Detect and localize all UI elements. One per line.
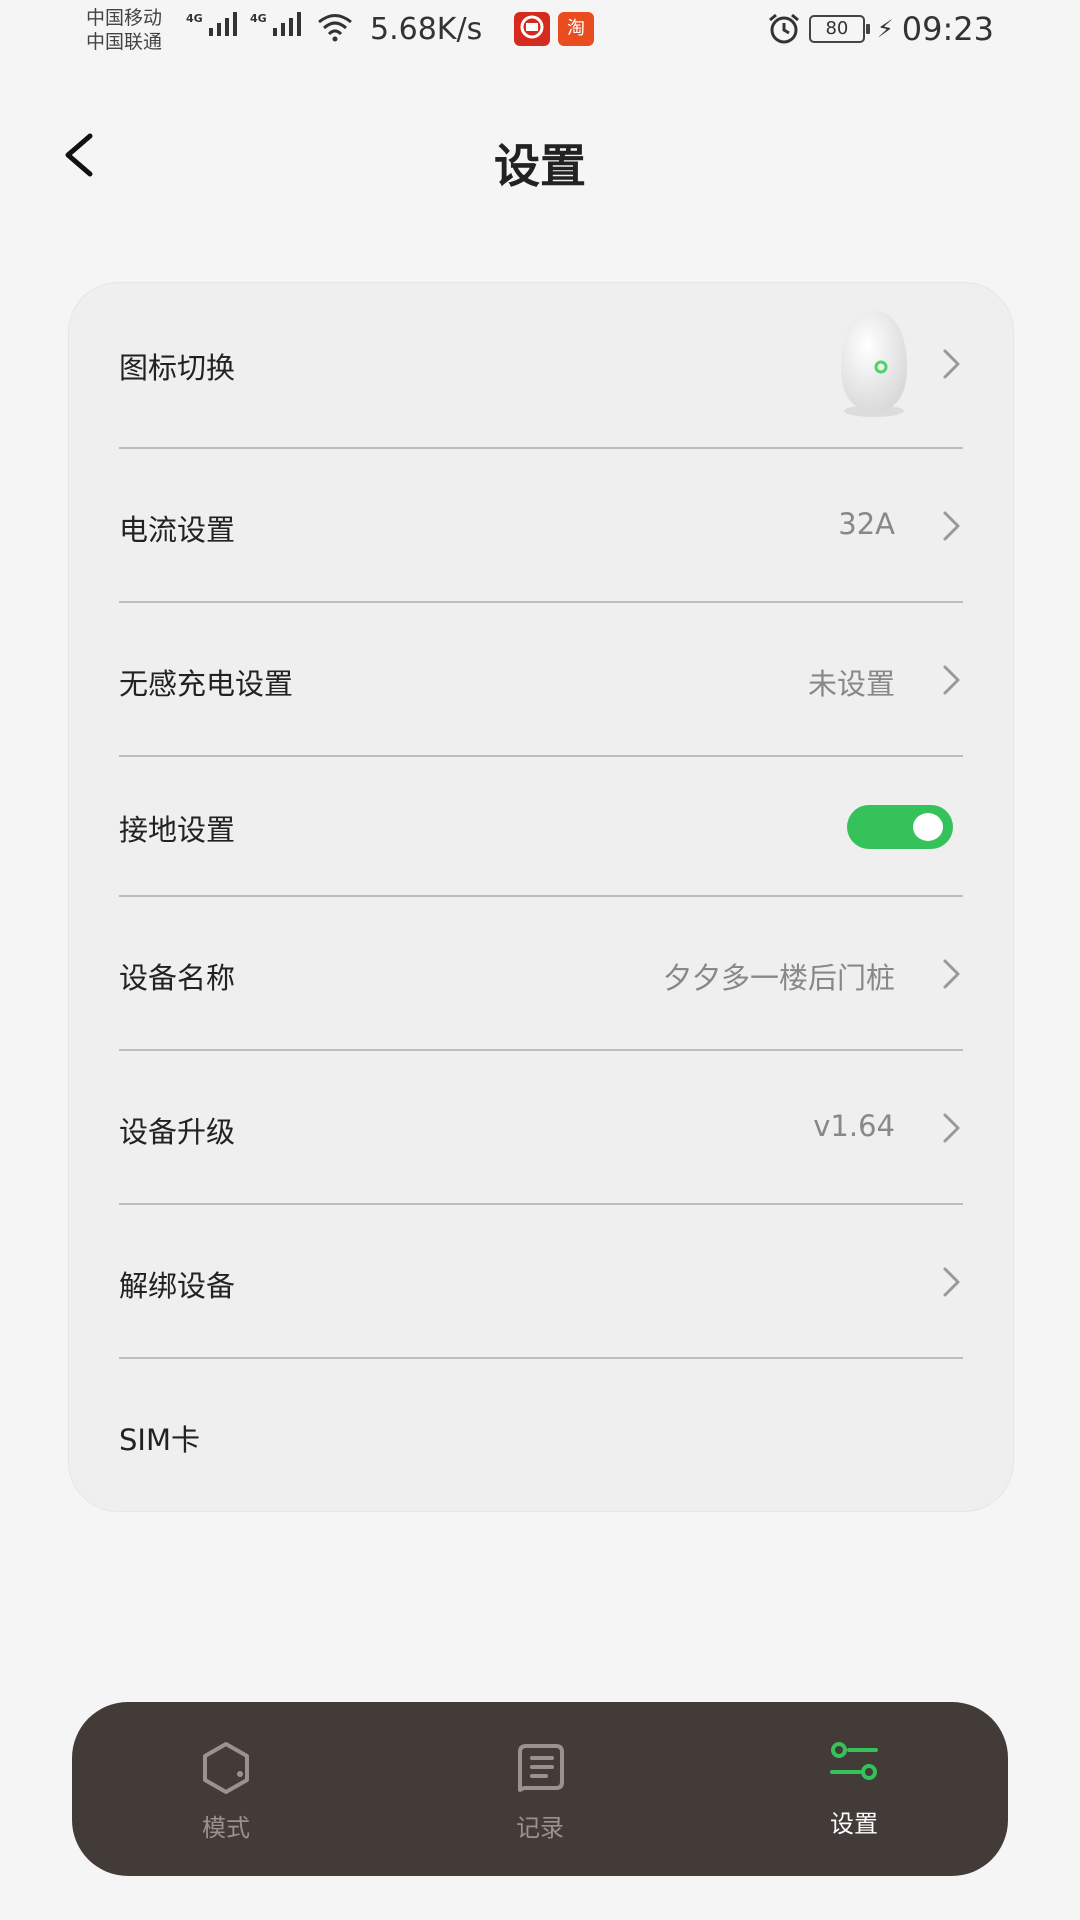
setting-value: 夕夕多一楼后门桩 [662,961,895,995]
network-speed: 5.68K/s [370,12,483,47]
setting-row-icon-switch[interactable]: 图标切换 [119,283,963,447]
nav-label: 模式 [202,1814,250,1842]
setting-row-seamless-charging[interactable]: 无感充电设置 未设置 [119,603,963,757]
nav-item-records[interactable]: 记录 [440,1702,640,1876]
carrier-names: 中国移动 中国联通 [86,6,162,54]
record-list-icon [518,1744,564,1792]
chevron-right-icon [943,959,960,989]
setting-label: 解绑设备 [119,1269,236,1303]
setting-label: 设备名称 [119,961,236,995]
charger-device-image [841,311,907,417]
wifi-icon [318,14,352,42]
setting-label: 无感充电设置 [119,667,294,701]
chevron-right-icon [943,1113,960,1143]
setting-label: SIM卡 [119,1423,200,1457]
chevron-right-icon [943,1267,960,1297]
settings-card: 图标切换 电流设置 32A 无感充电设置 未设置 接地设置 设备名称 夕夕多一楼… [68,282,1014,1512]
nav-item-settings[interactable]: 设置 [754,1702,954,1876]
setting-row-grounding: 接地设置 [119,757,963,897]
setting-value: 32A [838,507,895,541]
signal-icon: 4G [186,12,237,36]
setting-row-device-upgrade[interactable]: 设备升级 v1.64 [119,1051,963,1205]
alarm-icon [768,13,799,44]
setting-row-device-name[interactable]: 设备名称 夕夕多一楼后门桩 [119,897,963,1051]
setting-label: 设备升级 [119,1115,236,1149]
setting-row-sim-card[interactable]: SIM卡 [119,1359,963,1509]
carrier-1: 中国移动 [86,7,163,29]
grounding-toggle[interactable] [847,805,953,849]
setting-value: 未设置 [807,667,895,701]
network-type-1: 4G [186,12,203,25]
battery-icon: 80 [808,15,870,43]
setting-label: 接地设置 [119,813,236,847]
settings-sliders-icon [830,1742,878,1780]
app-badge-icon: 淘 [558,12,594,46]
chevron-right-icon [943,665,960,695]
status-bar: 中国移动 中国联通 4G 4G 5.68K/s 淘 80 ⚡ 09:23 [0,0,1080,62]
carrier-2: 中国联通 [86,31,163,53]
signal-icon: 4G [250,12,301,36]
toggle-knob [913,813,943,841]
setting-row-unbind-device[interactable]: 解绑设备 [119,1205,963,1359]
nav-label: 设置 [830,1810,878,1838]
network-type-2: 4G [250,12,267,25]
nav-label: 记录 [516,1814,564,1842]
charging-icon: ⚡ [876,15,894,43]
app-badge-icon [514,12,550,46]
page-title: 设置 [494,139,586,193]
setting-value: v1.64 [813,1109,895,1143]
bottom-nav: 模式 记录 设置 [72,1702,1008,1876]
setting-row-current[interactable]: 电流设置 32A [119,449,963,603]
setting-label: 图标切换 [119,351,236,385]
nav-item-mode[interactable]: 模式 [126,1702,326,1876]
setting-label: 电流设置 [119,513,236,547]
right-status: 80 ⚡ 09:23 [767,10,994,48]
clock: 09:23 [901,10,994,48]
chevron-right-icon [943,511,960,541]
mode-hexagon-icon [203,1742,249,1794]
chevron-right-icon [943,349,960,379]
